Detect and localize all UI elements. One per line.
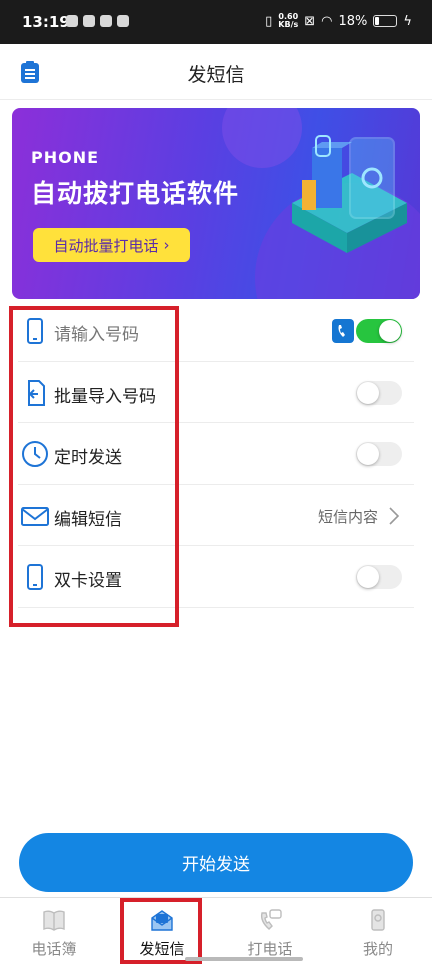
bottom-tab-bar: 电话簿 发短信 打电话 我的: [0, 897, 432, 964]
contact-picker-icon[interactable]: [332, 319, 354, 343]
status-bar: 13:19 ▯ 0.60 KB/s ⊠ ◠ 18% ϟ: [0, 0, 432, 44]
sms-content-value: 短信内容: [317, 507, 378, 526]
vibrate-icon: ▯: [265, 13, 273, 29]
user-icon: [371, 909, 385, 931]
app-header: 发短信: [0, 44, 432, 100]
banner-cta-label: 自动批量打电话: [53, 236, 159, 255]
bolt-icon: ϟ: [403, 13, 412, 29]
tab-label: 我的: [362, 940, 393, 958]
wifi-icon: ◠: [321, 13, 333, 29]
phone-call-icon: [260, 909, 282, 930]
promo-banner[interactable]: PHONE 自动拔打电话软件 自动批量打电话 ›: [12, 108, 420, 299]
home-indicator[interactable]: [185, 957, 303, 961]
battery-icon: [373, 15, 398, 27]
tiktok-icon: [100, 15, 112, 27]
notification-icon: [117, 15, 129, 27]
highlight-box: [120, 898, 202, 964]
banner-cta-button[interactable]: 自动批量打电话 ›: [33, 228, 190, 262]
banner-small-text: PHONE: [31, 148, 100, 167]
tab-mine[interactable]: 我的: [324, 898, 432, 965]
sim-icon: ⊠: [304, 13, 316, 29]
status-time: 13:19: [22, 13, 70, 31]
start-send-button[interactable]: 开始发送: [19, 833, 413, 892]
book-icon: [43, 910, 65, 931]
dual-sim-toggle[interactable]: [356, 565, 402, 589]
notification-icon: [83, 15, 95, 27]
chevron-right-icon: ›: [163, 236, 170, 254]
banner-title: 自动拔打电话软件: [31, 179, 240, 208]
tab-label: 打电话: [247, 940, 293, 958]
tab-call[interactable]: 打电话: [216, 898, 324, 965]
phone-input-toggle[interactable]: [356, 319, 402, 343]
highlight-box: [9, 306, 179, 627]
chevron-right-icon: [389, 506, 400, 525]
scheduled-send-toggle[interactable]: [356, 442, 402, 466]
battery-percent: 18%: [338, 13, 368, 29]
page-title: 发短信: [187, 64, 245, 86]
notification-icon: [66, 15, 78, 27]
tab-label: 电话簿: [31, 940, 77, 958]
batch-import-toggle[interactable]: [356, 380, 402, 405]
network-speed: 0.60 KB/s: [278, 12, 299, 29]
notification-icons: [66, 15, 129, 27]
tab-phonebook[interactable]: 电话簿: [0, 898, 108, 965]
